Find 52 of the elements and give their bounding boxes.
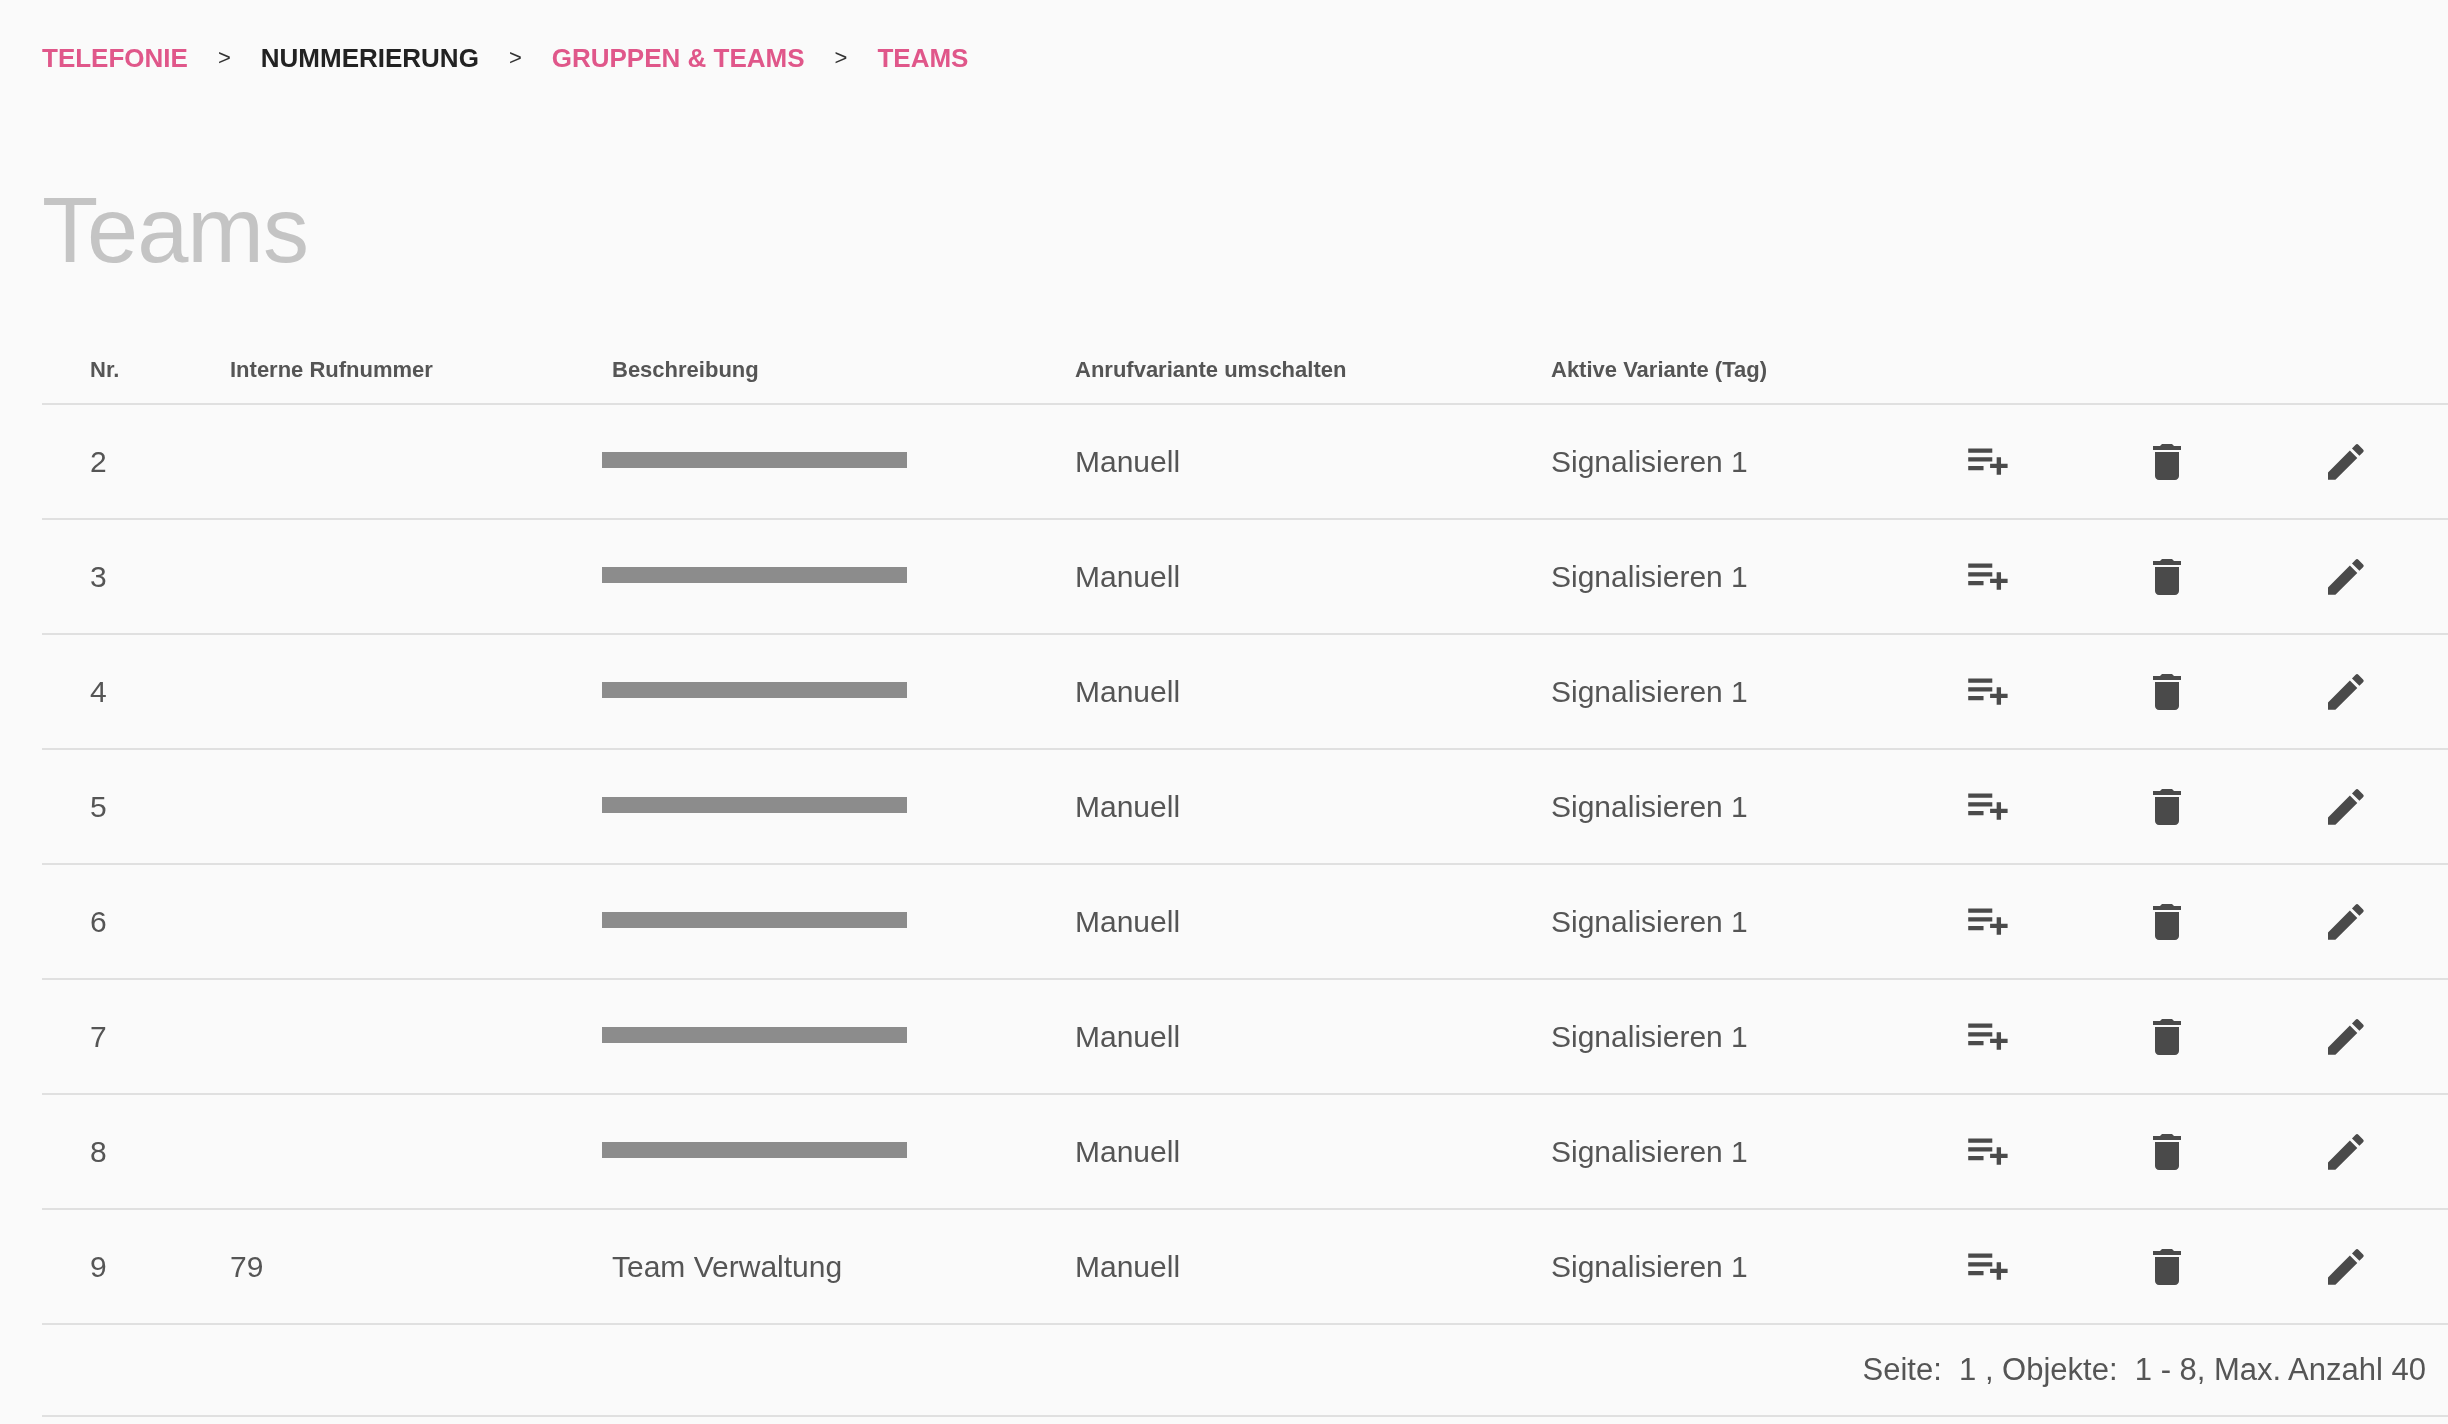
table-cell: 8 [90,1134,107,1168]
column-header[interactable]: Aktive Variante (Tag) [1551,357,1767,382]
column-header[interactable]: Anrufvariante umschalten [1075,357,1347,382]
column-header[interactable]: Nr. [90,357,120,382]
table-cell: 5 [90,789,107,823]
delete-icon[interactable] [2153,558,2181,595]
table-cell: Signalisieren 1 [1551,789,1748,823]
table-cell: 6 [90,904,107,938]
table-cell: Manuell [1075,1134,1181,1168]
delete-icon[interactable] [2153,1248,2181,1285]
breadcrumb-separator: > [508,45,522,71]
table-cell: Team Verwaltung [612,1249,843,1283]
table-cell: Manuell [1075,904,1181,938]
table-cell: Signalisieren 1 [1551,444,1748,478]
table-cell: 79 [230,1249,264,1283]
table-cell: 4 [90,674,107,708]
delete-icon[interactable] [2153,903,2181,940]
edit-icon[interactable] [2328,903,2364,940]
edit-icon[interactable] [2328,443,2364,480]
edit-icon[interactable] [2328,673,2364,710]
table-cell: Signalisieren 1 [1551,559,1748,593]
table-cell: Signalisieren 1 [1551,1249,1748,1283]
table-cell: Signalisieren 1 [1551,674,1748,708]
table-cell: Manuell [1075,674,1181,708]
breadcrumb-current: NUMMERIERUNG [260,42,479,74]
breadcrumb-separator: > [217,45,231,71]
edit-icon[interactable] [2328,788,2364,825]
table-cell: Manuell [1075,559,1181,593]
table-cell: 2 [90,444,107,478]
delete-icon[interactable] [2153,443,2181,480]
table-cell: Signalisieren 1 [1551,1134,1748,1168]
delete-icon[interactable] [2153,1018,2181,1055]
edit-icon[interactable] [2328,1018,2364,1055]
table-cell: Signalisieren 1 [1551,904,1748,938]
table-cell: 7 [90,1019,107,1053]
breadcrumb-separator: > [834,45,848,71]
table-cell: Manuell [1075,1249,1181,1283]
delete-icon[interactable] [2153,1133,2181,1170]
pagination-info: Seite: 1 , Objekte: 1 - 8, Max. Anzahl 40 [1862,1352,2426,1388]
table-cell: Manuell [1075,1019,1181,1053]
table-cell: Manuell [1075,444,1181,478]
edit-icon[interactable] [2328,1133,2364,1170]
table-cell: 9 [90,1249,107,1283]
edit-icon[interactable] [2328,558,2364,595]
table-cell: 3 [90,559,107,593]
table-cell: Signalisieren 1 [1551,1019,1748,1053]
edit-icon[interactable] [2328,1248,2364,1285]
table-cell: Manuell [1075,789,1181,823]
column-header[interactable]: Interne Rufnummer [230,357,433,382]
delete-icon[interactable] [2153,788,2181,825]
delete-icon[interactable] [2153,673,2181,710]
column-header[interactable]: Beschreibung [612,357,759,382]
